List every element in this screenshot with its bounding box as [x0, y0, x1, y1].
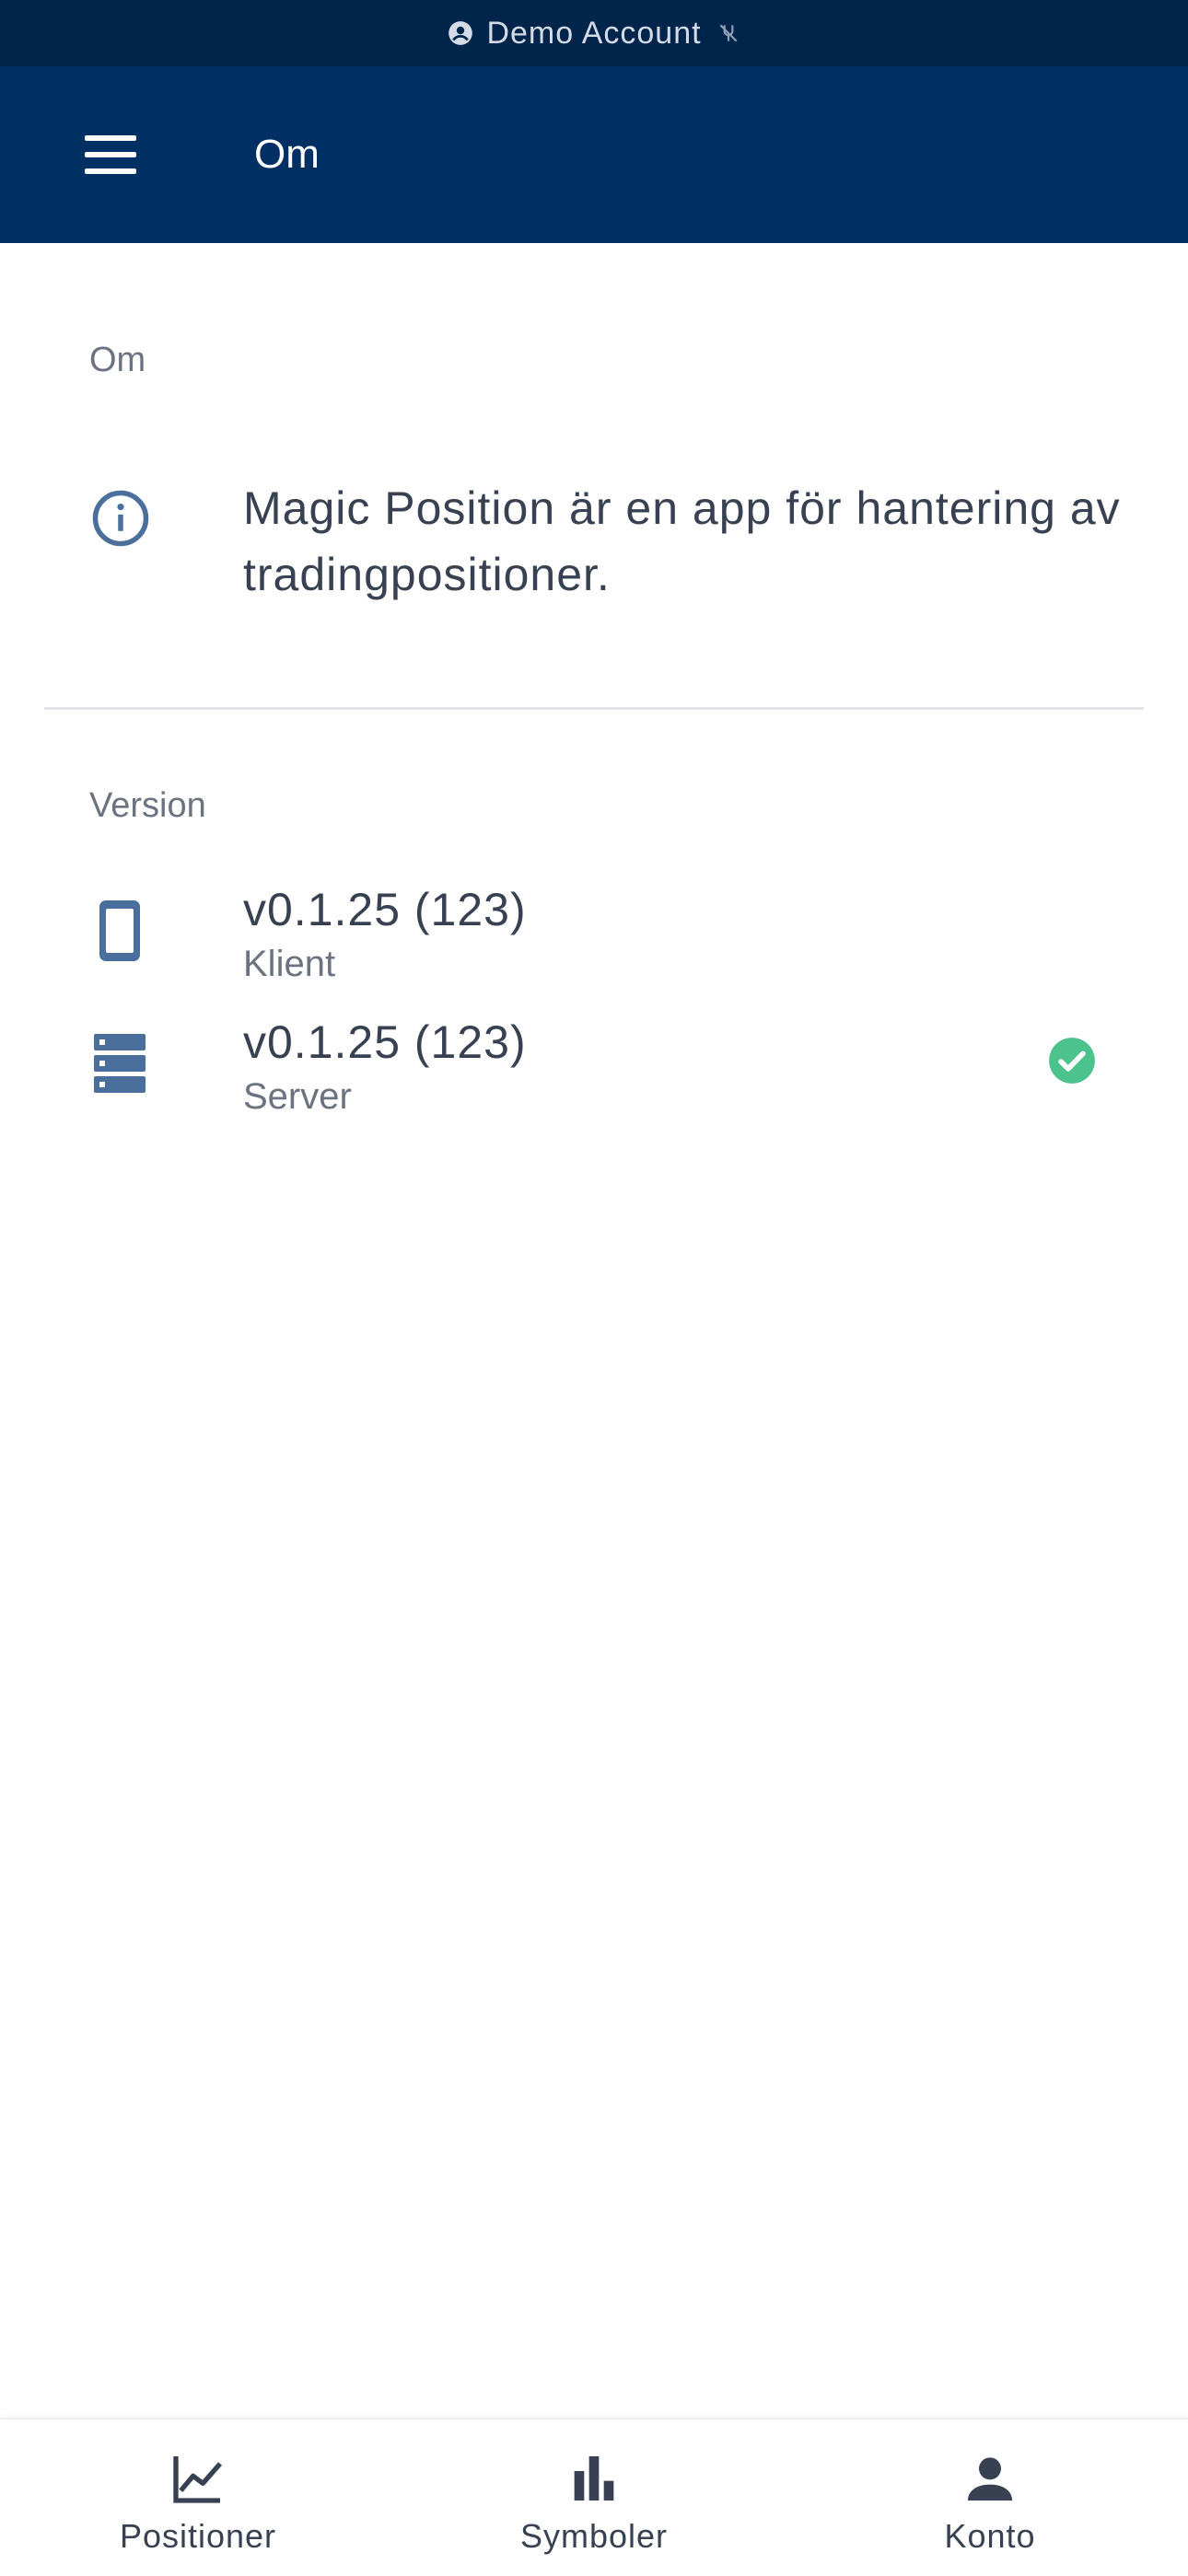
nav-label-positioner: Positioner [119, 2517, 277, 2555]
phone-icon [99, 900, 140, 961]
client-label: Klient [243, 944, 336, 984]
bottom-navigation: Positioner Symboler Konto [0, 2418, 1188, 2576]
info-icon [92, 490, 149, 547]
nav-item-konto[interactable]: Konto [792, 2419, 1188, 2576]
about-section-label: Om [89, 341, 146, 379]
about-description: Magic Position är en app för hantering a… [243, 482, 1121, 600]
server-version-row: v0.1.25 (123) Server [0, 1013, 1188, 1142]
line-chart-icon [173, 2456, 223, 2503]
nav-item-positioner[interactable]: Positioner [0, 2419, 396, 2576]
menu-icon[interactable] [85, 133, 136, 176]
server-icon [94, 1034, 146, 1093]
server-label: Server [243, 1076, 352, 1117]
app-bar: Om [0, 66, 1188, 243]
section-divider [44, 707, 1144, 710]
connection-off-icon [719, 24, 737, 42]
client-version-row: v0.1.25 (123) Klient [0, 880, 1188, 1009]
version-section-label: Version [89, 786, 206, 825]
nav-label-symboler: Symboler [519, 2517, 669, 2555]
nav-item-symboler[interactable]: Symboler [396, 2419, 792, 2576]
client-version: v0.1.25 (123) [243, 884, 527, 935]
status-bar: Demo Account [0, 0, 1188, 66]
bar-chart-icon [574, 2456, 614, 2501]
account-circle-icon [448, 21, 473, 45]
nav-label-konto: Konto [944, 2517, 1036, 2555]
server-version: v0.1.25 (123) [243, 1016, 527, 1068]
person-icon [968, 2457, 1012, 2501]
account-label: Demo Account [486, 15, 702, 51]
check-circle-icon [1049, 1038, 1095, 1084]
page-title: Om [254, 132, 320, 177]
